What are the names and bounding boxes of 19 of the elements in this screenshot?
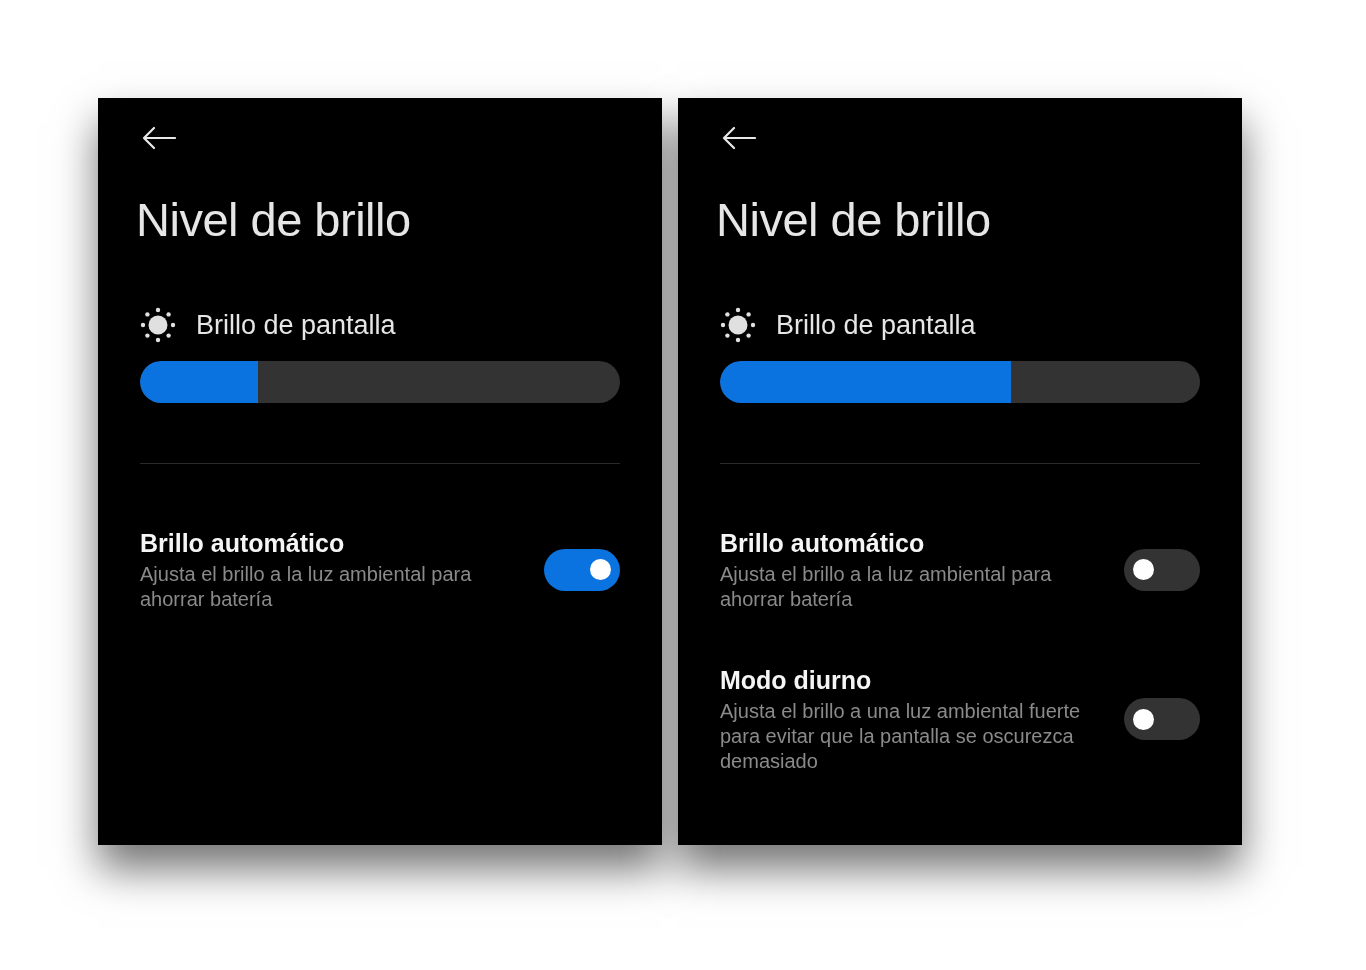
brightness-slider[interactable] (140, 361, 620, 403)
page-title: Nivel de brillo (716, 192, 991, 248)
sun-icon (720, 307, 756, 343)
slider-label: Brillo de pantalla (776, 309, 976, 342)
setting-description: Ajusta el brillo a la luz ambiental para ahorrar batería (720, 562, 1053, 612)
setting-description: Ajusta el brillo a una luz ambiental fuerte para evitar que la pantalla se oscurezca demasiado (720, 699, 1082, 774)
back-arrow-icon[interactable] (722, 126, 756, 150)
page-title: Nivel de brillo (136, 192, 411, 248)
sun-icon (140, 307, 176, 343)
setting-title: Brillo automático (720, 528, 925, 559)
setting-title: Modo diurno (720, 665, 872, 696)
slider-label: Brillo de pantalla (196, 309, 396, 342)
toggle-switch[interactable] (1124, 548, 1200, 591)
back-arrow-icon[interactable] (142, 126, 176, 150)
toggle-switch[interactable] (544, 548, 620, 591)
setting-description: Ajusta el brillo a la luz ambiental para ahorrar batería (140, 562, 473, 612)
toggle-switch[interactable] (1124, 698, 1200, 740)
brightness-slider[interactable] (720, 361, 1200, 403)
setting-title: Brillo automático (140, 528, 345, 559)
